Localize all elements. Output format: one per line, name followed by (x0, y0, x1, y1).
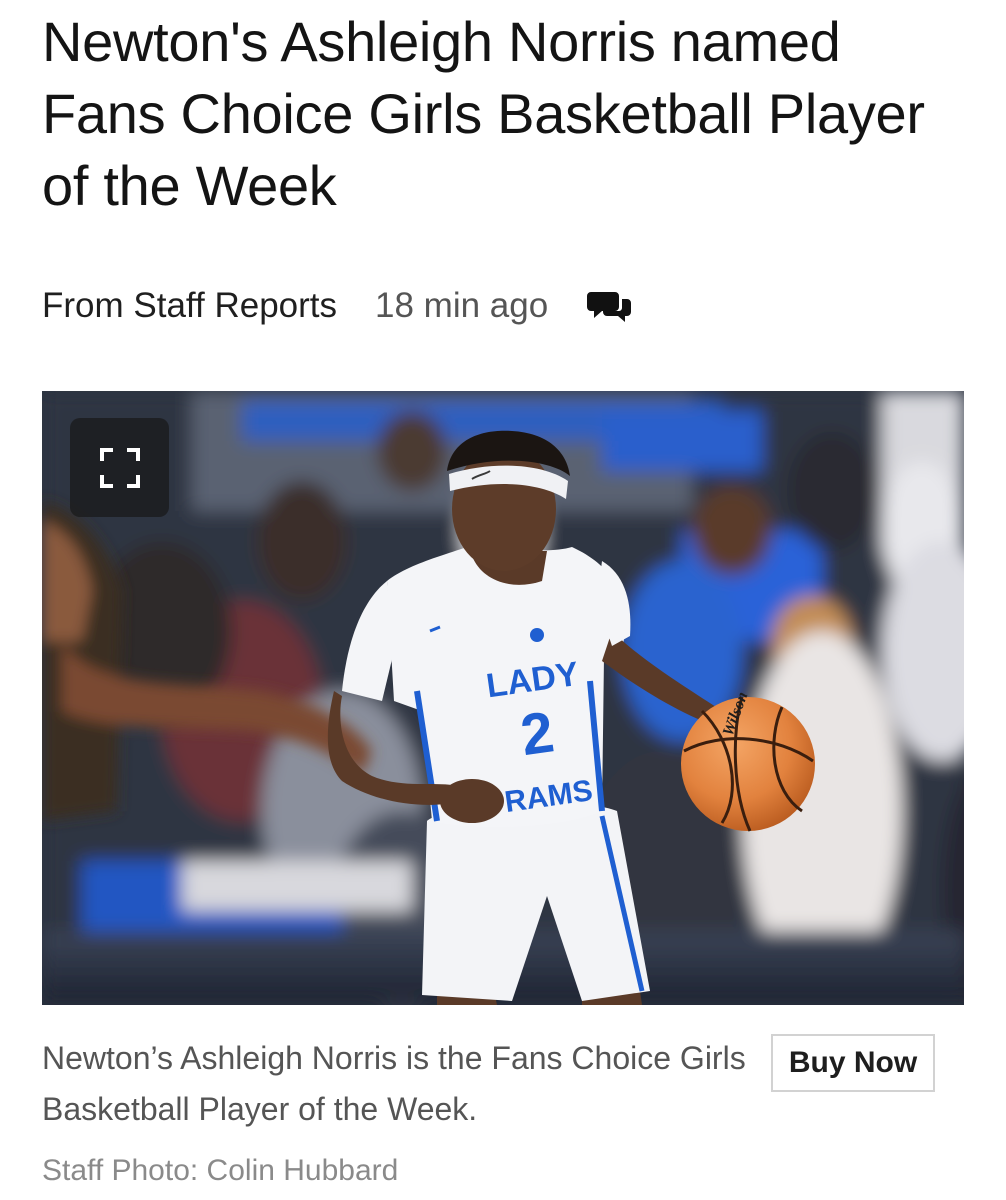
photo-credit: Staff Photo: Colin Hubbard (42, 1154, 399, 1187)
expand-photo-button[interactable] (70, 418, 169, 517)
article-byline: From Staff Reports 18 min ago (42, 284, 634, 328)
article-photo[interactable]: LADY 2 RAMS Wilson (42, 391, 964, 1005)
expand-icon (99, 447, 140, 488)
article-headline: Newton's Ashleigh Norris named Fans Choi… (42, 10, 925, 217)
photo-caption: Newton’s Ashleigh Norris is the Fans Cho… (42, 1040, 746, 1127)
published-time: 18 min ago (375, 286, 549, 325)
buy-now-button[interactable]: Buy Now (771, 1034, 935, 1092)
comments-icon[interactable] (586, 286, 634, 326)
author-name[interactable]: From Staff Reports (42, 286, 337, 326)
basketball-player-photo: LADY 2 RAMS Wilson (42, 391, 964, 1005)
